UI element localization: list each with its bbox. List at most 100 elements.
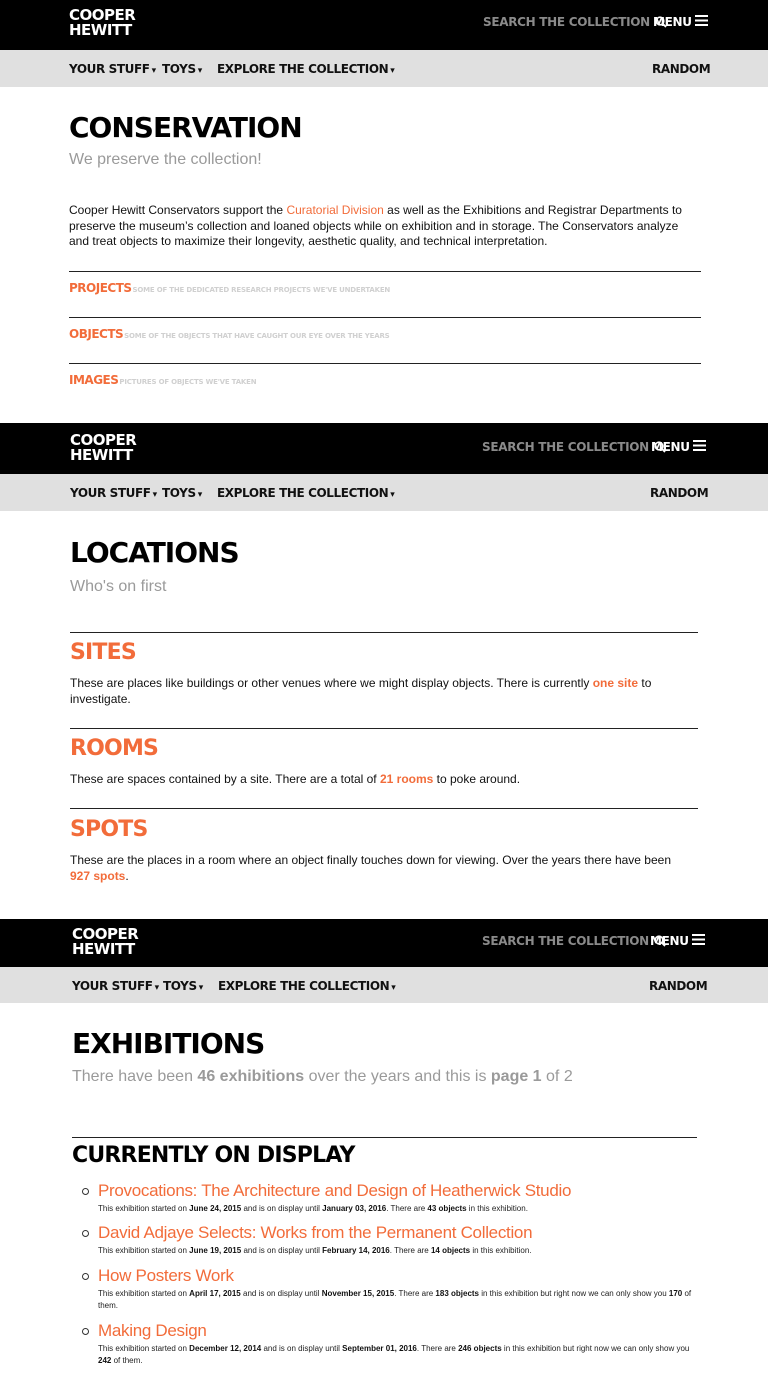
divider	[70, 808, 698, 809]
menu-button[interactable]: MENU	[653, 15, 708, 29]
chevron-down-icon: ▾	[151, 66, 157, 76]
exhibition-info: This exhibition started on April 17, 201…	[98, 1289, 692, 1310]
curatorial-division-link[interactable]: Curatorial Division	[286, 203, 383, 217]
nav-toys[interactable]: TOYS ▾	[162, 486, 202, 500]
nav-toys[interactable]: TOYS ▾	[162, 62, 202, 76]
nav-explore[interactable]: EXPLORE THE COLLECTION ▾	[217, 486, 395, 500]
menu-button[interactable]: MENU	[650, 934, 705, 948]
bullet-icon	[82, 1328, 89, 1335]
chevron-down-icon: ▾	[390, 490, 395, 500]
projects-description: SOME OF THE DEDICATED RESEARCH PROJECTS …	[132, 286, 391, 294]
sites-heading[interactable]: SITES	[70, 640, 137, 665]
exhibitions-screen: COOPER HEWITT SEARCH THE COLLECTION MENU…	[0, 919, 768, 1375]
hamburger-icon	[694, 15, 708, 29]
images-description: PICTURES OF OBJECTS WE'VE TAKEN	[119, 378, 257, 386]
objects-count-link[interactable]: 183 objects	[435, 1289, 479, 1298]
divider	[69, 317, 701, 318]
exhibition-info: This exhibition started on June 19, 2015…	[98, 1246, 532, 1255]
locations-screen: COOPER HEWITT SEARCH THE COLLECTION MENU…	[0, 423, 768, 919]
exhibition-title-link[interactable]: David Adjaye Selects: Works from the Per…	[98, 1223, 533, 1243]
chevron-down-icon: ▾	[197, 490, 203, 500]
exhibition-title-link[interactable]: How Posters Work	[98, 1266, 234, 1286]
divider	[69, 363, 701, 364]
header-bar: COOPER HEWITT SEARCH THE COLLECTION MENU	[0, 423, 768, 474]
nav-random[interactable]: RANDOM	[650, 486, 709, 500]
objects-description: SOME OF THE OBJECTS THAT HAVE CAUGHT OUR…	[124, 332, 390, 340]
menu-label: MENU	[650, 934, 689, 948]
conservation-screen: COOPER HEWITT SEARCH THE COLLECTION MENU…	[0, 0, 768, 423]
nav-your-stuff[interactable]: YOUR STUFF ▾	[72, 979, 159, 993]
search-label: SEARCH THE COLLECTION	[482, 934, 649, 948]
search-label: SEARCH THE COLLECTION	[483, 15, 650, 29]
objects-link[interactable]: OBJECTSSOME OF THE OBJECTS THAT HAVE CAU…	[69, 327, 390, 341]
page-subtitle: We preserve the collection!	[69, 151, 262, 168]
header-bar: COOPER HEWITT SEARCH THE COLLECTION MENU	[0, 919, 768, 967]
divider	[72, 1137, 697, 1138]
exhibition-title-link[interactable]: Provocations: The Architecture and Desig…	[98, 1181, 571, 1201]
currently-on-display-heading: CURRENTLY ON DISPLAY	[72, 1143, 355, 1168]
exhibition-count: 46 exhibitions	[197, 1068, 305, 1085]
images-link[interactable]: IMAGESPICTURES OF OBJECTS WE'VE TAKEN	[69, 373, 257, 387]
sites-description: These are places like buildings or other…	[70, 676, 652, 706]
exhibition-title-link[interactable]: Making Design	[98, 1321, 207, 1341]
menu-label: MENU	[651, 440, 690, 454]
bullet-icon	[82, 1230, 89, 1237]
page-indicator: page 1	[490, 1068, 542, 1085]
hamburger-icon	[691, 934, 705, 948]
intro-paragraph: Cooper Hewitt Conservators support the C…	[69, 203, 682, 248]
chevron-down-icon: ▾	[198, 983, 204, 993]
exhibition-info: This exhibition started on June 24, 2015…	[98, 1204, 528, 1213]
rooms-description: These are spaces contained by a site. Th…	[70, 772, 521, 786]
page-subtitle: Who's on first	[70, 578, 167, 595]
chevron-down-icon: ▾	[197, 66, 203, 76]
logo-line-2: HEWITT	[70, 446, 133, 464]
logo[interactable]: COOPER HEWITT	[70, 433, 137, 464]
nav-random[interactable]: RANDOM	[649, 979, 708, 993]
logo[interactable]: COOPER HEWITT	[69, 8, 136, 39]
nav-explore[interactable]: EXPLORE THE COLLECTION ▾	[218, 979, 396, 993]
nav-explore[interactable]: EXPLORE THE COLLECTION ▾	[217, 62, 395, 76]
objects-count-link[interactable]: 246 objects	[458, 1344, 502, 1353]
sub-navigation: YOUR STUFF ▾ TOYS ▾ EXPLORE THE COLLECTION…	[0, 474, 768, 511]
search-collection[interactable]: SEARCH THE COLLECTION	[482, 440, 666, 454]
sub-navigation: YOUR STUFF ▾ TOYS ▾ EXPLORE THE COLLECTION…	[0, 50, 768, 87]
search-collection[interactable]: SEARCH THE COLLECTION	[483, 15, 667, 29]
spots-description: These are the places in a room where an …	[70, 853, 672, 883]
divider	[70, 728, 698, 729]
chevron-down-icon: ▾	[154, 983, 160, 993]
objects-count-link[interactable]: 14 objects	[431, 1246, 470, 1255]
exhibitions-summary: There have been 46 exhibitions over the …	[72, 1068, 573, 1085]
logo[interactable]: COOPER HEWITT	[72, 927, 139, 958]
rooms-heading[interactable]: ROOMS	[70, 736, 159, 761]
sub-navigation: YOUR STUFF ▾ TOYS ▾ EXPLORE THE COLLECTION…	[0, 967, 768, 1003]
divider	[69, 271, 701, 272]
logo-line-2: HEWITT	[69, 21, 132, 39]
menu-button[interactable]: MENU	[651, 440, 706, 454]
spots-heading[interactable]: SPOTS	[70, 817, 148, 842]
header-bar: COOPER HEWITT SEARCH THE COLLECTION MENU	[0, 0, 768, 50]
chevron-down-icon: ▾	[152, 490, 158, 500]
hamburger-icon	[692, 440, 706, 454]
page-title: EXHIBITIONS	[72, 1027, 265, 1060]
sites-count-link[interactable]: one site	[593, 676, 638, 690]
menu-label: MENU	[653, 15, 692, 29]
rooms-count-link[interactable]: 21 rooms	[380, 772, 433, 786]
search-collection[interactable]: SEARCH THE COLLECTION	[482, 934, 666, 948]
page-title: CONSERVATION	[69, 111, 303, 144]
divider	[70, 632, 698, 633]
nav-toys[interactable]: TOYS ▾	[163, 979, 203, 993]
spots-count-link[interactable]: 927 spots	[70, 869, 125, 883]
chevron-down-icon: ▾	[390, 66, 395, 76]
page-title: LOCATIONS	[70, 536, 240, 569]
exhibition-info: This exhibition started on December 12, …	[98, 1344, 690, 1365]
objects-count-link[interactable]: 43 objects	[427, 1204, 466, 1213]
projects-link[interactable]: PROJECTSSOME OF THE DEDICATED RESEARCH P…	[69, 281, 390, 295]
search-label: SEARCH THE COLLECTION	[482, 440, 649, 454]
bullet-icon	[82, 1273, 89, 1280]
bullet-icon	[82, 1188, 89, 1195]
logo-line-2: HEWITT	[72, 940, 135, 958]
nav-random[interactable]: RANDOM	[652, 62, 711, 76]
chevron-down-icon: ▾	[391, 983, 396, 993]
nav-your-stuff[interactable]: YOUR STUFF ▾	[69, 62, 156, 76]
nav-your-stuff[interactable]: YOUR STUFF ▾	[70, 486, 157, 500]
